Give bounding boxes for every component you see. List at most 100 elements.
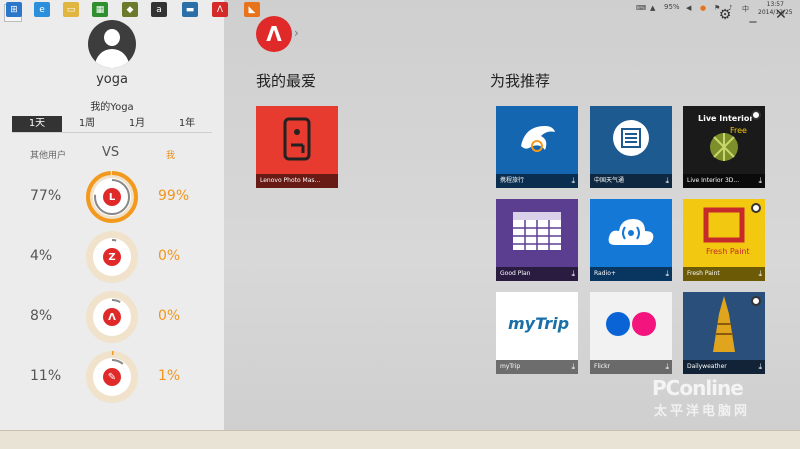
- tile-caption: 中国天气通: [590, 174, 672, 188]
- favorites-title: 我的最爱: [256, 72, 317, 90]
- tile-art: [256, 106, 338, 174]
- me-percent: 0%: [158, 308, 181, 324]
- others-label: 其他用户: [30, 151, 67, 161]
- period-tabs: 1天 1周 1月 1年: [12, 116, 212, 133]
- lenovo-app-icon[interactable]: Λ: [212, 2, 228, 17]
- store-app-icon[interactable]: ▦: [92, 2, 108, 17]
- badge-icon: [751, 203, 761, 213]
- download-icon[interactable]: ⤓: [665, 362, 669, 372]
- tile-caption: Flickr: [590, 360, 672, 374]
- favorite-tile-photo-master[interactable]: Lenovo Photo Mas...: [256, 106, 338, 188]
- badge-icon: [751, 110, 761, 120]
- pconline-watermark-cn: 太平洋电脑网: [654, 404, 751, 419]
- amazon-icon[interactable]: a: [151, 2, 167, 17]
- ctrip-dolphin-icon: [515, 118, 559, 162]
- tray-app-icon[interactable]: ●: [700, 4, 706, 12]
- package-app-icon[interactable]: ◆: [122, 2, 138, 17]
- others-percent: 77%: [30, 188, 62, 204]
- recommended-tile[interactable]: Fresh Paint Fresh Paint ⤓: [683, 199, 765, 281]
- recommended-tile[interactable]: 中国天气通 ⤓: [590, 106, 672, 188]
- others-percent: 4%: [30, 248, 53, 264]
- svg-text:myTrip: myTrip: [508, 314, 569, 333]
- download-icon[interactable]: ⤓: [758, 362, 762, 372]
- network-icon[interactable]: ▲: [650, 4, 655, 12]
- avatar-head-shape: [104, 29, 120, 46]
- recommended-tile[interactable]: Radio+ ⤓: [590, 199, 672, 281]
- ime-icon[interactable]: 中: [742, 4, 749, 14]
- me-percent: 0%: [158, 248, 181, 264]
- usage-ring: Λ: [85, 290, 139, 344]
- live-interior-icon: Live Interior 3D Free: [694, 111, 765, 169]
- internet-explorer-icon[interactable]: e: [34, 2, 50, 17]
- tile-caption: Live Interior 3D...: [683, 174, 765, 188]
- weather-seal-icon: [609, 116, 653, 164]
- tab-period-week[interactable]: 1周: [62, 116, 112, 132]
- tile-art: myTrip: [496, 292, 578, 360]
- tile-caption: Fresh Paint: [683, 267, 765, 281]
- recommended-tile[interactable]: myTrip myTrip ⤓: [496, 292, 578, 374]
- lenovo-A-icon: Λ: [103, 308, 121, 326]
- stat-row: 77% L 99%: [0, 170, 224, 224]
- windows-start-icon[interactable]: ⊞: [6, 2, 22, 17]
- file-explorer-icon[interactable]: ▭: [63, 2, 79, 17]
- others-percent: 8%: [30, 308, 53, 324]
- tab-period-day[interactable]: 1天: [12, 116, 62, 132]
- avatar-body-shape: [95, 49, 129, 68]
- recommended-title: 为我推荐: [490, 72, 551, 90]
- chevron-right-icon[interactable]: ›: [294, 26, 299, 40]
- download-icon[interactable]: ⤓: [571, 176, 575, 186]
- recommended-tile[interactable]: Live Interior 3D Free Live Interior 3D...⤓: [683, 106, 765, 188]
- usage-ring: L: [85, 170, 139, 224]
- orange-app-icon[interactable]: ◣: [244, 2, 260, 17]
- device-subtitle: 我的Yoga: [90, 102, 134, 113]
- tile-caption: myTrip: [496, 360, 578, 374]
- flag-icon[interactable]: ⚑: [714, 4, 720, 12]
- download-icon[interactable]: ⤓: [665, 176, 669, 186]
- tab-period-year[interactable]: 1年: [162, 116, 212, 132]
- recommended-tile[interactable]: Dailyweather ⤓: [683, 292, 765, 374]
- me-percent: 99%: [158, 188, 190, 204]
- lenovo-pen-icon: ✎: [103, 368, 121, 386]
- fresh-paint-frame-icon: Fresh Paint: [696, 204, 752, 262]
- battery-indicator[interactable]: 95%: [664, 3, 680, 11]
- tab-period-month[interactable]: 1月: [112, 116, 162, 132]
- svg-text:Fresh Paint: Fresh Paint: [706, 247, 750, 256]
- stat-row: 4% Z 0%: [0, 230, 224, 284]
- stats-panel: 中 yoga 我的Yoga 1天 1周 1月 1年 其他用户 VS 我 77%L…: [0, 0, 224, 430]
- user-name: yoga: [96, 72, 128, 87]
- download-icon[interactable]: ⤓: [758, 269, 762, 279]
- download-icon[interactable]: ⤓: [571, 362, 575, 372]
- avatar[interactable]: [88, 20, 136, 68]
- others-percent: 11%: [30, 368, 62, 384]
- stat-row: 8% Λ 0%: [0, 290, 224, 344]
- recommended-tile[interactable]: Good Plan ⤓: [496, 199, 578, 281]
- weather-tower-icon: [699, 294, 749, 358]
- volume-icon[interactable]: ◀: [686, 4, 691, 12]
- tile-caption: Lenovo Photo Mas...: [256, 174, 338, 188]
- download-icon[interactable]: ⤓: [571, 269, 575, 279]
- pconline-watermark: PConline: [652, 376, 744, 400]
- tile-caption: Dailyweather: [683, 360, 765, 374]
- download-icon[interactable]: ⤓: [665, 269, 669, 279]
- keyboard-icon[interactable]: ⌨: [636, 4, 646, 12]
- tile-art: [496, 199, 578, 267]
- monitor-app-icon[interactable]: ▬: [182, 2, 198, 17]
- taskbar-clock[interactable]: 13:57 2014/12/25: [758, 1, 793, 17]
- clock-time: 13:57: [766, 1, 784, 8]
- calendar-icon: [511, 210, 563, 256]
- lenovo-logo-icon[interactable]: Λ: [256, 16, 292, 52]
- svg-text:Live Interior 3D: Live Interior 3D: [698, 114, 754, 123]
- tile-art: [590, 292, 672, 360]
- recommended-tile[interactable]: Flickr ⤓: [590, 292, 672, 374]
- lenovo-L-icon: L: [103, 188, 121, 206]
- badge-icon: [751, 296, 761, 306]
- clock-date: 2014/12/25: [758, 9, 793, 16]
- tile-caption: Radio+: [590, 267, 672, 281]
- mytrip-icon: myTrip: [504, 309, 570, 343]
- usage-ring: ✎: [85, 350, 139, 404]
- speaker-icon[interactable]: ♪: [728, 4, 732, 12]
- me-percent: 1%: [158, 368, 181, 384]
- flickr-dots-icon: [601, 309, 661, 343]
- recommended-tile[interactable]: 携程旅行 ⤓: [496, 106, 578, 188]
- download-icon[interactable]: ⤓: [758, 176, 762, 186]
